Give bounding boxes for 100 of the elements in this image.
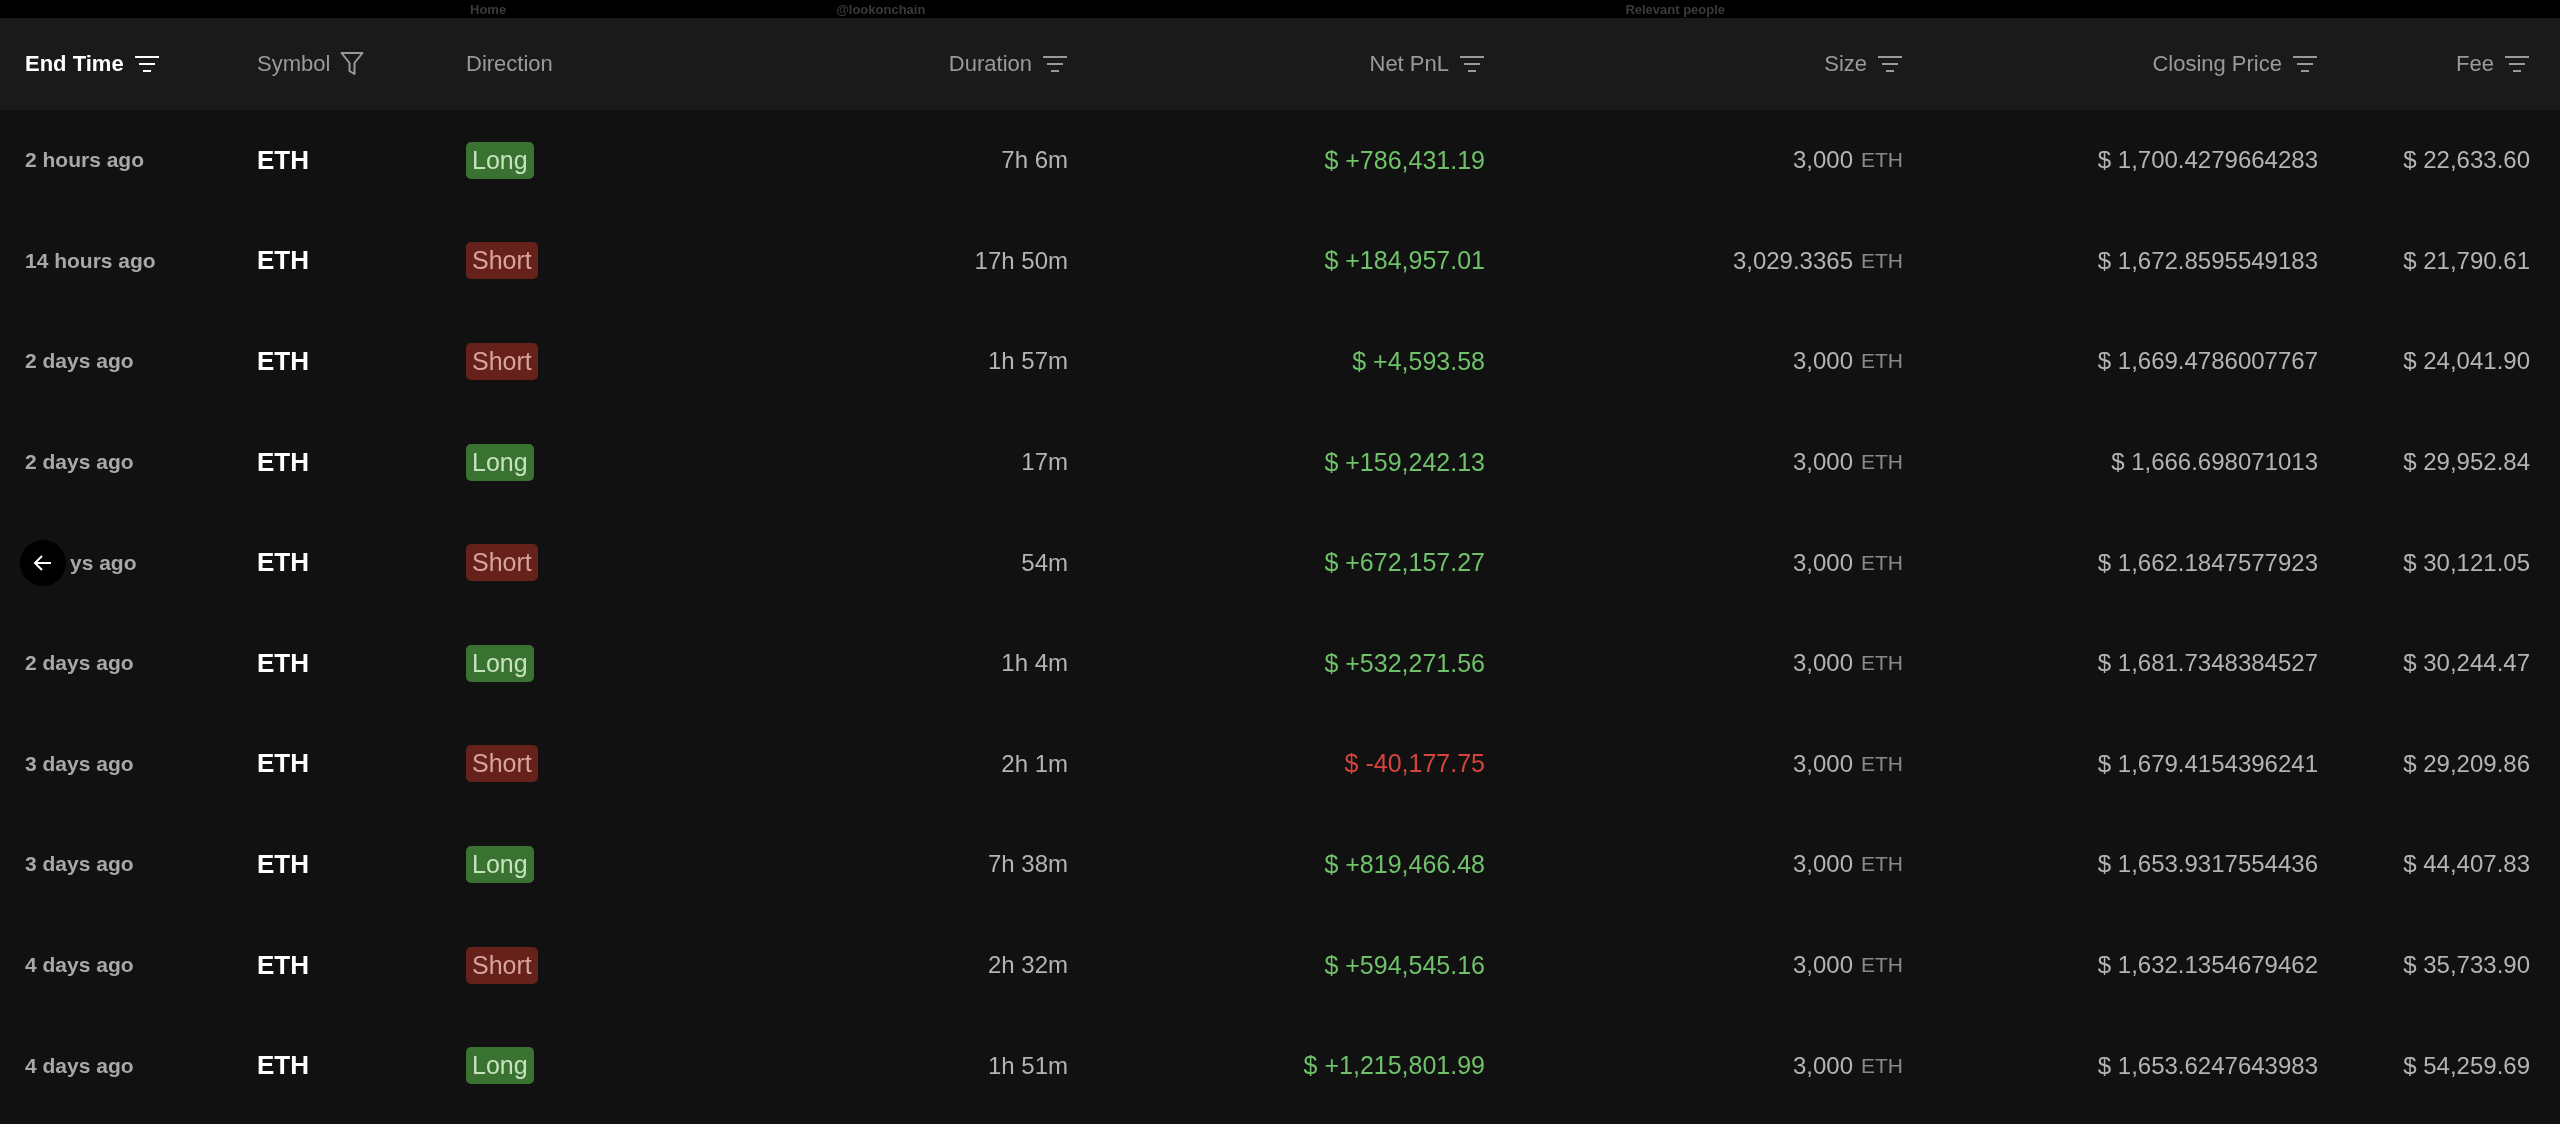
sort-icon[interactable]	[1459, 55, 1485, 73]
end-time: ys ago	[70, 550, 137, 575]
column-header[interactable]: Symbol	[257, 51, 331, 77]
fee: $ 24,041.90	[2403, 347, 2530, 376]
net-pnl: $ +532,271.56	[1324, 648, 1485, 678]
fee: $ 21,790.61	[2403, 246, 2530, 275]
filter-icon[interactable]	[340, 51, 365, 77]
duration: 17m	[1021, 448, 1068, 477]
back-button[interactable]	[20, 539, 66, 586]
fee: $ 29,209.86	[2403, 749, 2530, 778]
symbol: ETH	[257, 245, 309, 277]
size-unit: ETH	[1861, 148, 1903, 173]
symbol: ETH	[257, 748, 309, 780]
sort-icon[interactable]	[1042, 55, 1068, 73]
symbol: ETH	[257, 848, 309, 880]
closing-price: $ 1,669.4786007767	[2097, 347, 2318, 376]
fee: $ 30,121.05	[2403, 548, 2530, 577]
end-time: 3 days ago	[25, 852, 134, 877]
sort-icon[interactable]	[1877, 55, 1903, 73]
column-header[interactable]: Direction	[466, 51, 553, 77]
direction-tag: Long	[466, 644, 534, 682]
end-time: 2 hours ago	[25, 148, 145, 173]
column-header[interactable]: Size	[1824, 51, 1867, 77]
closing-price: $ 1,653.6247643983	[2097, 1051, 2318, 1080]
direction-tag: Short	[466, 745, 538, 783]
net-pnl: $ +1,215,801.99	[1303, 1051, 1485, 1081]
symbol: ETH	[257, 547, 309, 579]
direction-tag: Long	[466, 845, 534, 883]
end-time: 2 days ago	[25, 450, 134, 475]
column-header[interactable]: Closing Price	[2152, 51, 2282, 77]
direction-tag: Long	[466, 443, 534, 481]
end-time: 2 days ago	[25, 651, 134, 676]
sort-icon[interactable]	[2504, 55, 2530, 73]
symbol: ETH	[257, 647, 309, 679]
size: 3,000	[1792, 649, 1853, 678]
symbol: ETH	[257, 346, 309, 377]
size: 3,029.3365	[1732, 246, 1853, 275]
net-pnl: $ +819,466.48	[1324, 849, 1485, 879]
column-header[interactable]: Duration	[948, 51, 1032, 77]
symbol: ETH	[257, 144, 309, 176]
size-unit: ETH	[1861, 651, 1903, 676]
closing-price: $ 1,672.8595549183	[2097, 246, 2318, 275]
direction-tag: Short	[466, 343, 538, 380]
size: 3,000	[1792, 548, 1853, 577]
size-unit: ETH	[1861, 450, 1903, 475]
closing-price: $ 1,653.9317554436	[2097, 850, 2318, 879]
closing-price: $ 1,681.7348384527	[2097, 649, 2318, 678]
size-unit: ETH	[1861, 1053, 1903, 1078]
direction-tag: Short	[466, 946, 538, 984]
duration: 2h 32m	[987, 951, 1068, 980]
duration: 2h 1m	[1001, 749, 1068, 778]
closing-price: $ 1,632.1354679462	[2097, 951, 2318, 980]
fee: $ 54,259.69	[2403, 1051, 2530, 1080]
direction-tag: Short	[466, 242, 538, 280]
duration: 7h 6m	[1001, 146, 1068, 175]
closing-price: $ 1,666.698071013	[2111, 448, 2318, 477]
size: 3,000	[1792, 951, 1853, 980]
duration: 1h 51m	[987, 1051, 1068, 1080]
end-time: 4 days ago	[25, 1053, 134, 1078]
sort-icon[interactable]	[2292, 55, 2318, 73]
fee: $ 22,633.60	[2403, 146, 2530, 175]
size: 3,000	[1792, 146, 1853, 175]
net-pnl: $ +4,593.58	[1352, 347, 1485, 376]
size: 3,000	[1792, 448, 1853, 477]
column-header[interactable]: Net PnL	[1369, 51, 1449, 77]
duration: 54m	[1021, 548, 1068, 577]
net-pnl: $ -40,177.75	[1344, 749, 1485, 779]
nav-text: Relevant people	[1625, 1, 1726, 17]
direction-tag: Long	[466, 141, 534, 179]
size: 3,000	[1792, 850, 1853, 879]
duration: 1h 57m	[987, 347, 1068, 376]
end-time: 4 days ago	[25, 953, 134, 978]
end-time: 14 hours ago	[25, 248, 156, 273]
symbol: ETH	[257, 446, 309, 478]
size: 3,000	[1792, 347, 1853, 376]
fee: $ 30,244.47	[2403, 649, 2530, 678]
net-pnl: $ +184,957.01	[1324, 246, 1485, 276]
closing-price: $ 1,662.1847577923	[2097, 548, 2318, 577]
fee: $ 35,733.90	[2403, 951, 2530, 980]
size-unit: ETH	[1861, 751, 1903, 776]
end-time: 3 days ago	[25, 751, 134, 776]
nav-text: Home	[470, 1, 507, 17]
size-unit: ETH	[1861, 953, 1903, 978]
closing-price: $ 1,700.4279664283	[2097, 146, 2318, 175]
closing-price: $ 1,679.4154396241	[2097, 749, 2318, 778]
symbol: ETH	[257, 1050, 309, 1082]
net-pnl: $ +786,431.19	[1324, 145, 1485, 175]
size-unit: ETH	[1861, 550, 1903, 575]
direction-tag: Long	[466, 1047, 534, 1085]
column-header[interactable]: Fee	[2456, 51, 2494, 77]
arrow-left-icon	[33, 553, 53, 572]
size-unit: ETH	[1861, 349, 1903, 374]
net-pnl: $ +159,242.13	[1324, 447, 1485, 477]
column-header[interactable]: End Time	[25, 51, 124, 77]
net-pnl: $ +672,157.27	[1324, 548, 1485, 578]
duration: 17h 50m	[974, 246, 1068, 275]
net-pnl: $ +594,545.16	[1324, 950, 1485, 980]
symbol: ETH	[257, 949, 309, 981]
size: 3,000	[1792, 1051, 1853, 1080]
size-unit: ETH	[1861, 852, 1903, 877]
